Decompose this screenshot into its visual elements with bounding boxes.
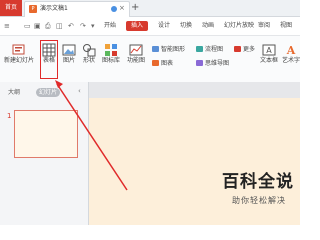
function-chart-label: 功能图 bbox=[126, 57, 145, 64]
menu-insert[interactable]: 插入 bbox=[126, 21, 149, 31]
textbox-label: 文本框 bbox=[259, 57, 278, 64]
wordart-button[interactable]: A 艺术字 bbox=[282, 43, 300, 65]
unsaved-indicator bbox=[111, 6, 117, 12]
menu-icon[interactable]: ≡ bbox=[4, 22, 10, 30]
folder-icon[interactable]: ▭ bbox=[24, 22, 31, 30]
mindmap-label: 思维导图 bbox=[205, 60, 230, 67]
document-tab-title: 演示文稿1 bbox=[40, 5, 68, 12]
menu-slideshow[interactable]: 幻灯片放映 bbox=[224, 21, 254, 31]
wordart-icon: A bbox=[286, 44, 296, 57]
picture-icon bbox=[62, 44, 76, 56]
more-icon bbox=[234, 46, 241, 52]
smart-graphic-button[interactable]: 智能图形 bbox=[152, 45, 185, 54]
new-slide-icon bbox=[12, 44, 25, 55]
chevron-down-icon[interactable]: ▾ bbox=[91, 22, 95, 30]
new-slide-button[interactable]: 新建幻灯片 bbox=[2, 43, 36, 65]
menu-review[interactable]: 审阅 bbox=[258, 21, 270, 31]
tab-outline[interactable]: 大纲 bbox=[8, 88, 20, 97]
watermark-title: 百科全说 bbox=[222, 172, 294, 192]
shape-button[interactable]: 形状 bbox=[80, 43, 98, 65]
mindmap-icon bbox=[196, 60, 203, 66]
menu-animation[interactable]: 动画 bbox=[202, 21, 214, 31]
icon-library-label: 图标库 bbox=[101, 57, 120, 64]
redo-icon[interactable]: ↷ bbox=[80, 22, 86, 30]
textbox-button[interactable]: A 文本框 bbox=[258, 43, 280, 65]
new-tab-button[interactable]: + bbox=[131, 2, 139, 14]
icon-library-button[interactable]: 图标库 bbox=[100, 43, 122, 65]
tab-bar: 首页 P 演示文稿1 × + bbox=[0, 0, 300, 17]
collapse-panel-icon[interactable]: ‹ bbox=[78, 87, 81, 96]
smart-graphic-icon bbox=[152, 46, 159, 52]
flowchart-icon bbox=[196, 46, 203, 52]
more-label: 更多 bbox=[243, 46, 256, 53]
tab-slides[interactable]: 幻灯片 bbox=[36, 88, 61, 97]
slide-number: 1 bbox=[7, 112, 12, 120]
undo-icon[interactable]: ↶ bbox=[68, 22, 74, 30]
watermark-subtitle: 助你轻松解决 bbox=[232, 196, 286, 205]
flowchart-button[interactable]: 流程图 bbox=[196, 45, 223, 54]
function-chart-button[interactable]: 功能图 bbox=[124, 43, 148, 65]
new-slide-label: 新建幻灯片 bbox=[3, 57, 34, 64]
icon-library-icon bbox=[105, 44, 117, 56]
menu-bar: ≡ ▭ ▣ ⎙ ◫ ↶ ↷ ▾ 开始 插入 设计 切换 动画 幻灯片放映 审阅 … bbox=[0, 17, 300, 35]
wordart-label: 艺术字 bbox=[282, 57, 301, 64]
menu-view[interactable]: 视图 bbox=[280, 21, 292, 31]
menu-start[interactable]: 开始 bbox=[104, 21, 116, 31]
chart-icon bbox=[152, 60, 159, 66]
slide-navigation-panel: 大纲 幻灯片 ‹ 1 bbox=[0, 82, 89, 225]
close-icon[interactable]: × bbox=[119, 4, 125, 13]
function-chart-icon bbox=[129, 44, 143, 56]
presentation-file-icon: P bbox=[29, 5, 37, 13]
slide-thumbnail[interactable] bbox=[14, 110, 78, 158]
shape-label: 形状 bbox=[82, 57, 95, 64]
svg-text:A: A bbox=[266, 46, 272, 55]
picture-button[interactable]: 图片 bbox=[60, 43, 78, 65]
shape-icon bbox=[83, 44, 96, 57]
chart-button[interactable]: 图表 bbox=[152, 59, 173, 68]
home-tab[interactable]: 首页 bbox=[0, 0, 22, 16]
menu-transition[interactable]: 切换 bbox=[180, 21, 192, 31]
mindmap-button[interactable]: 思维导图 bbox=[196, 59, 229, 68]
svg-text:A: A bbox=[286, 44, 296, 57]
save-icon[interactable]: ▣ bbox=[34, 22, 41, 30]
picture-label: 图片 bbox=[62, 57, 75, 64]
print-icon[interactable]: ⎙ bbox=[45, 22, 51, 30]
flowchart-label: 流程图 bbox=[205, 46, 224, 53]
print-preview-icon[interactable]: ◫ bbox=[56, 22, 63, 30]
textbox-icon: A bbox=[262, 44, 276, 56]
menu-design[interactable]: 设计 bbox=[158, 21, 170, 31]
chart-label: 图表 bbox=[161, 60, 174, 67]
more-button[interactable]: 更多 bbox=[234, 45, 255, 54]
document-tab[interactable]: P 演示文稿1 × bbox=[24, 1, 130, 17]
smart-graphic-label: 智能图形 bbox=[161, 46, 186, 53]
highlight-box bbox=[40, 40, 58, 79]
